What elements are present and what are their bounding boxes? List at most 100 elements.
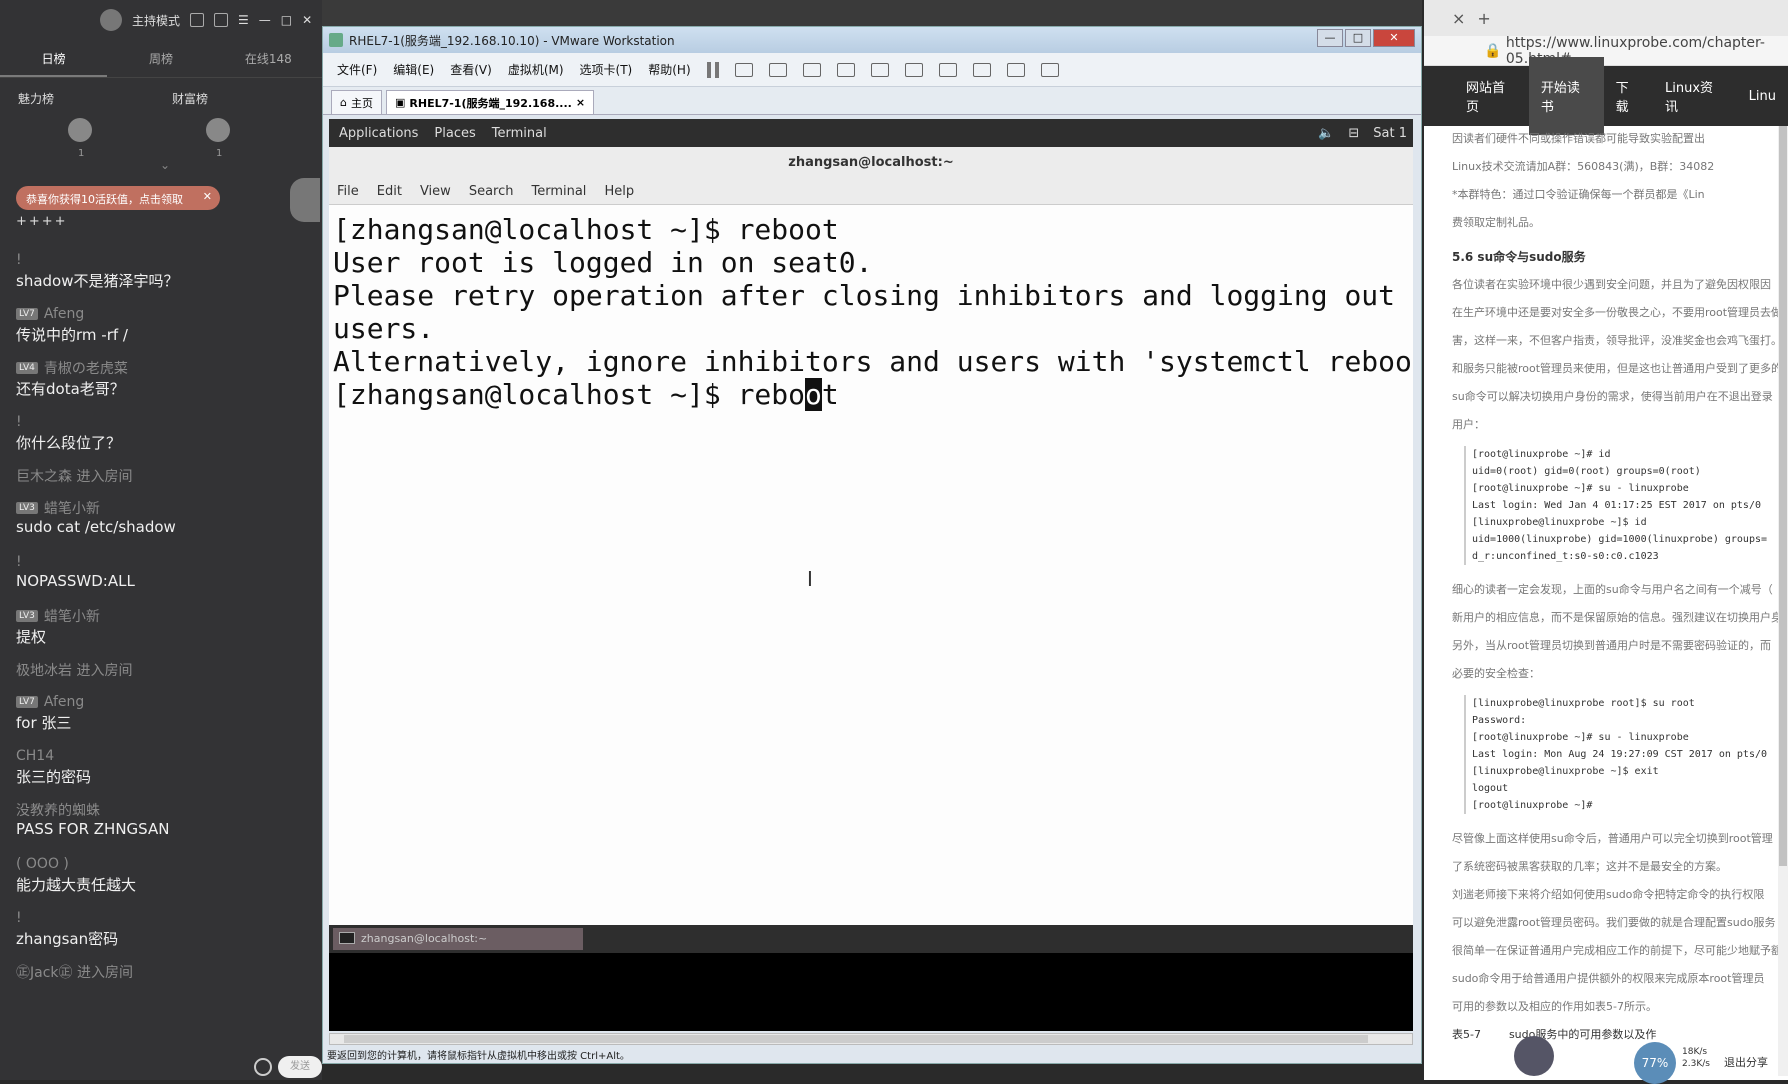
chat-text: sudo cat /etc/shadow: [16, 518, 176, 536]
library-icon[interactable]: [870, 62, 889, 77]
thumbnail-icon[interactable]: [904, 62, 923, 77]
chat-user[interactable]: LV3 蜡笔小新: [16, 498, 306, 518]
terminal-menu-edit[interactable]: Edit: [377, 184, 402, 199]
chat-username: 蜡笔小新: [43, 609, 100, 625]
menu-help[interactable]: 帮助(H): [648, 61, 690, 78]
nav-download[interactable]: 下载: [1604, 57, 1653, 135]
menu-view[interactable]: 查看(V): [450, 61, 492, 78]
console-icon[interactable]: [1006, 62, 1025, 77]
edit-icon[interactable]: [214, 13, 229, 27]
minimize-icon[interactable]: —: [259, 13, 271, 27]
terminal-screen[interactable]: [zhangsan@localhost ~]$ reboot User root …: [329, 205, 1413, 895]
terminal-menu-help[interactable]: Help: [604, 184, 634, 199]
menu-edit[interactable]: 编辑(E): [393, 61, 434, 78]
maximize-icon[interactable]: □: [281, 13, 292, 27]
paragraph: sudo命令用于给普通用户提供额外的权限来完成原本root管理员: [1452, 972, 1765, 985]
terminal-menu-search[interactable]: Search: [469, 184, 514, 199]
gnome-taskbar: zhangsan@localhost:~: [329, 925, 1413, 953]
send-keys-icon[interactable]: [734, 62, 753, 77]
chat-user[interactable]: LV7 Afeng: [16, 304, 306, 324]
maximize-button[interactable]: □: [1345, 29, 1371, 47]
emoji-icon[interactable]: [254, 1058, 272, 1076]
side-avatar[interactable]: [290, 178, 320, 222]
chat-username: ㊣Jack㊣ 进入房间: [16, 965, 133, 981]
snapshot-icon[interactable]: [768, 62, 787, 77]
clock[interactable]: Sat 1: [1373, 126, 1407, 141]
charm-top-avatar[interactable]: [68, 118, 92, 142]
close-button[interactable]: ✕: [1373, 29, 1415, 47]
menu-tabs[interactable]: 选项卡(T): [580, 61, 633, 78]
nav-read[interactable]: 开始读书: [1528, 57, 1604, 135]
stop-share-button[interactable]: 退出分享: [1724, 1054, 1768, 1070]
tab-online[interactable]: 在线148: [215, 50, 322, 67]
new-tab-icon[interactable]: +: [1477, 9, 1490, 28]
close-icon[interactable]: ✕: [302, 13, 312, 27]
chat-user[interactable]: LV3 蜡笔小新: [16, 606, 306, 626]
pause-icon[interactable]: [706, 61, 719, 78]
send-button[interactable]: 发送: [278, 1056, 322, 1078]
tab-daily[interactable]: 日榜: [0, 50, 108, 77]
scroll-thumb[interactable]: [344, 1035, 1368, 1043]
wealth-top-avatar[interactable]: [206, 118, 230, 142]
chat-user[interactable]: 巨木之森 进入房间: [16, 466, 306, 486]
tab-weekly[interactable]: 周榜: [107, 50, 214, 67]
menu-icon[interactable]: ☰: [238, 13, 249, 27]
taskbar-terminal-item[interactable]: zhangsan@localhost:~: [333, 928, 583, 950]
tab-home[interactable]: ⌂ 主页: [331, 90, 382, 114]
nav-home[interactable]: 网站首页: [1454, 57, 1529, 135]
horizontal-scrollbar[interactable]: [329, 1033, 1413, 1045]
chat-user[interactable]: !: [16, 552, 306, 572]
terminal-menu-view[interactable]: View: [420, 184, 451, 199]
terminal-icon: [339, 932, 355, 944]
settings-icon[interactable]: [190, 13, 205, 27]
snapshot-manager-icon[interactable]: [836, 62, 855, 77]
reward-notice[interactable]: 恭喜你获得10活跃值，点击领取 ✕: [16, 186, 220, 210]
close-tab-icon[interactable]: ×: [576, 96, 585, 109]
streamer-avatar[interactable]: [1514, 1036, 1554, 1076]
chat-message: ! zhangsan密码: [16, 908, 306, 950]
nav-news[interactable]: Linux资讯: [1653, 57, 1737, 135]
chat-user[interactable]: CH14: [16, 746, 306, 766]
terminal-menu-file[interactable]: File: [337, 184, 359, 199]
terminal-app-label[interactable]: Terminal: [492, 126, 547, 141]
unity-icon[interactable]: [972, 62, 991, 77]
chat-text: 还有dota老哥？: [16, 380, 125, 398]
wealth-board-label: 财富榜: [172, 92, 209, 106]
plus-line: ++++: [16, 214, 68, 229]
chat-user[interactable]: ㊣Jack㊣ 进入房间: [16, 962, 306, 982]
menu-file[interactable]: 文件(F): [337, 61, 377, 78]
chat-user[interactable]: ( OOO ): [16, 854, 306, 874]
terminal-menu-terminal[interactable]: Terminal: [531, 184, 586, 199]
fullscreen-icon[interactable]: [938, 62, 957, 77]
browser-tabbar: × +: [1424, 0, 1788, 36]
chat-text: NOPASSWD:ALL: [16, 572, 135, 590]
chat-user[interactable]: !: [16, 250, 306, 270]
menu-vm[interactable]: 虚拟机(M): [508, 61, 564, 78]
tab-vm[interactable]: ▣ RHEL7-1(服务端_192.168.... ×: [385, 90, 595, 114]
close-tab-icon[interactable]: ×: [1452, 9, 1465, 28]
chat-user[interactable]: LV7 Afeng: [16, 692, 306, 712]
chat-user[interactable]: 极地冰岩 进入房间: [16, 660, 306, 680]
terminal-title: zhangsan@localhost:~: [329, 147, 1413, 179]
paragraph: 和服务只能被root管理员来使用，但是这也让普通用户受到了更多的: [1452, 362, 1783, 375]
chat-user[interactable]: LV4 青椒の老虎菜: [16, 358, 306, 378]
close-notice-icon[interactable]: ✕: [203, 190, 212, 203]
chat-user[interactable]: 没教养的蜘蛛: [16, 800, 306, 820]
code-line: uid=0(root) gid=0(root) groups=0(root): [1472, 466, 1701, 477]
chat-user[interactable]: !: [16, 908, 306, 928]
page-scrollbar[interactable]: [1778, 126, 1788, 1076]
page-scroll-thumb[interactable]: [1779, 126, 1787, 866]
places-menu[interactable]: Places: [434, 126, 475, 141]
chat-message: 巨木之森 进入房间: [16, 466, 306, 486]
minimize-button[interactable]: —: [1317, 29, 1343, 47]
stretch-icon[interactable]: [1040, 62, 1059, 77]
revert-snapshot-icon[interactable]: [802, 62, 821, 77]
applications-menu[interactable]: Applications: [339, 126, 418, 141]
nav-more[interactable]: Linu: [1737, 69, 1788, 124]
volume-icon[interactable]: 🔈: [1318, 126, 1334, 141]
vmware-window: RHEL7-1(服务端_192.168.10.10) - VMware Work…: [322, 26, 1422, 1064]
terminal-line: User root is logged in on seat0.: [333, 246, 873, 279]
network-icon[interactable]: ⊟: [1348, 126, 1359, 141]
chevron-down-icon[interactable]: ⌄: [160, 158, 170, 172]
chat-user[interactable]: !: [16, 412, 306, 432]
